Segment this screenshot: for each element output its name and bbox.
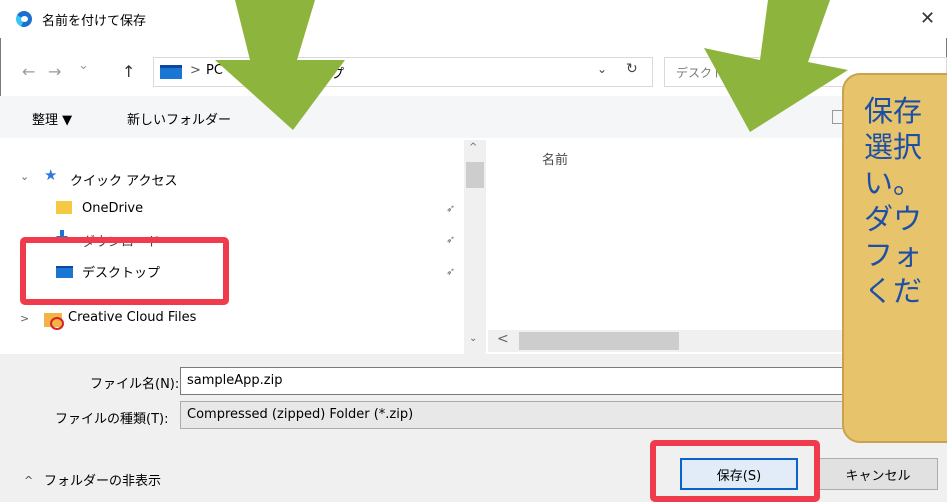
scrollbar-thumb[interactable] (519, 332, 679, 350)
creative-cloud-folder-icon (44, 313, 64, 330)
file-type-label: ファイルの種類(T): (55, 412, 169, 427)
pin-icon: ➶ (446, 265, 456, 278)
organize-menu-button[interactable]: 整理 ▼ (32, 109, 72, 128)
desktop-highlight-box (20, 237, 229, 305)
scrollbar-thumb[interactable] (466, 162, 484, 188)
expand-chevron-icon[interactable]: > (20, 312, 29, 325)
scroll-up-icon[interactable]: ^ (469, 142, 477, 153)
cancel-button[interactable]: キャンセル (818, 458, 938, 490)
instruction-callout: 保存 選択 い。 ダウ フォ くだ (842, 73, 947, 443)
recent-locations-icon[interactable]: ⌄ (78, 58, 89, 73)
chevron-up-icon[interactable]: ^ (24, 474, 33, 487)
address-dropdown-icon[interactable]: ⌄ (597, 62, 607, 76)
file-type-select[interactable]: Compressed (zipped) Folder (*.zip) (180, 401, 947, 429)
pin-icon: ➶ (446, 233, 456, 246)
tree-item-quick-access[interactable]: クイック アクセス (70, 170, 177, 189)
window-title: 名前を付けて保存 (42, 14, 147, 29)
annotation-arrow-left (215, 0, 345, 130)
callout-text: 保存 選択 い。 ダウ フォ くだ (864, 94, 923, 308)
close-icon[interactable]: ✕ (920, 8, 935, 29)
file-name-input[interactable]: sampleApp.zip (180, 367, 947, 395)
save-highlight-box (650, 440, 820, 502)
hide-folders-toggle[interactable]: フォルダーの非表示 (44, 470, 161, 489)
refresh-icon[interactable]: ↻ (626, 61, 638, 77)
star-icon: ★ (44, 166, 58, 184)
forward-arrow-icon[interactable]: → (48, 62, 61, 81)
scroll-left-icon[interactable]: < (497, 331, 509, 347)
scroll-down-icon[interactable]: ⌄ (469, 333, 477, 344)
tree-item-onedrive[interactable]: OneDrive (82, 201, 143, 216)
pin-icon: ➶ (446, 202, 456, 215)
annotation-arrow-right (704, 0, 848, 132)
back-arrow-icon[interactable]: ← (22, 62, 35, 81)
edge-app-icon (16, 11, 32, 27)
tree-item-creative-cloud[interactable]: Creative Cloud Files (68, 310, 196, 325)
file-name-label: ファイル名(N): (90, 377, 180, 392)
pc-icon (160, 65, 182, 79)
name-column-header[interactable]: 名前 (542, 149, 568, 168)
up-arrow-icon[interactable]: ↑ (122, 62, 135, 81)
folder-icon (56, 201, 72, 214)
expand-chevron-icon[interactable]: ⌄ (20, 170, 29, 183)
